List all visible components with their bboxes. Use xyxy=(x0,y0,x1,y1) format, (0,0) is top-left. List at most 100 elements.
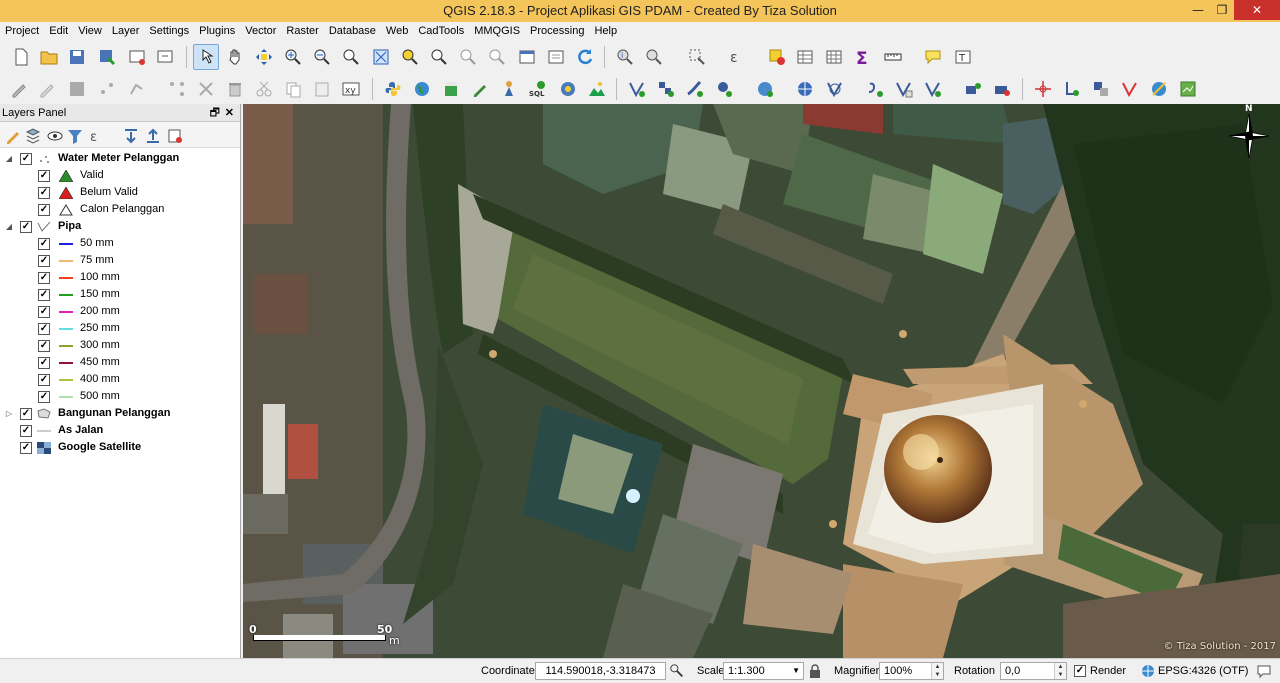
refresh-icon[interactable] xyxy=(572,44,598,70)
move-feature-icon[interactable] xyxy=(124,76,150,102)
layer-visibility-checkbox[interactable]: ✓ xyxy=(38,238,50,250)
select-by-value-icon[interactable] xyxy=(684,44,710,70)
save-project-icon[interactable] xyxy=(64,44,90,70)
new-print-composer-icon[interactable] xyxy=(124,44,150,70)
expand-arrow-icon[interactable]: ▷ xyxy=(4,405,14,422)
save-as-icon[interactable] xyxy=(94,44,120,70)
zoom-full-icon[interactable] xyxy=(368,44,394,70)
layer-visibility-checkbox[interactable]: ✓ xyxy=(38,187,50,199)
layer-group-row[interactable]: ◢ ✓ Water Meter Pelanggan xyxy=(0,150,240,167)
layer-visibility-checkbox[interactable]: ✓ xyxy=(38,323,50,335)
menu-mmqgis[interactable]: MMQGIS xyxy=(469,22,525,40)
menu-view[interactable]: View xyxy=(73,22,107,40)
zoom-last-icon[interactable] xyxy=(455,44,481,70)
zoom-native-icon[interactable] xyxy=(338,44,364,70)
current-edits-icon[interactable] xyxy=(6,76,32,102)
layer-visibility-checkbox[interactable]: ✓ xyxy=(38,272,50,284)
check-geometry-icon[interactable] xyxy=(1117,76,1143,102)
composer-manager-icon[interactable] xyxy=(152,44,178,70)
save-layer-edits-icon[interactable] xyxy=(64,76,90,102)
legend-item-row[interactable]: ✓ Calon Pelanggan xyxy=(0,201,240,218)
statistical-summary-icon[interactable]: Σ xyxy=(850,44,876,70)
pan-to-selection-icon[interactable] xyxy=(251,44,277,70)
select-features-icon[interactable] xyxy=(641,44,667,70)
new-map-view-icon[interactable] xyxy=(514,44,540,70)
zoom-to-layer-icon[interactable] xyxy=(426,44,452,70)
legend-item-row[interactable]: ✓ 150 mm xyxy=(0,286,240,303)
layer-group-row[interactable]: ▷ ✓ Bangunan Pelanggan xyxy=(0,405,240,422)
legend-item-row[interactable]: ✓ Belum Valid xyxy=(0,184,240,201)
measure-line-icon[interactable] xyxy=(880,44,906,70)
new-shapefile-icon[interactable] xyxy=(891,76,917,102)
magnifier-field[interactable]: 100% ▲ ▼ xyxy=(879,662,944,680)
menu-processing[interactable]: Processing xyxy=(525,22,589,40)
layer-visibility-checkbox[interactable]: ✓ xyxy=(20,221,32,233)
menu-help[interactable]: Help xyxy=(589,22,622,40)
map-tips-icon[interactable] xyxy=(920,44,946,70)
layer-visibility-checkbox[interactable]: ✓ xyxy=(20,408,32,420)
menu-vector[interactable]: Vector xyxy=(240,22,281,40)
layer-visibility-checkbox[interactable]: ✓ xyxy=(38,255,50,267)
cut-features-icon[interactable] xyxy=(251,76,277,102)
menu-cadtools[interactable]: CadTools xyxy=(413,22,469,40)
legend-item-row[interactable]: ✓ 250 mm xyxy=(0,320,240,337)
field-calculator-icon[interactable] xyxy=(821,44,847,70)
zoom-in-icon[interactable] xyxy=(280,44,306,70)
delete-selected-icon[interactable] xyxy=(222,76,248,102)
layer-visibility-checkbox[interactable]: ✓ xyxy=(38,170,50,182)
legend-item-row[interactable]: ✓ 300 mm xyxy=(0,337,240,354)
deselect-all-icon[interactable] xyxy=(764,44,790,70)
expand-arrow-icon[interactable]: ◢ xyxy=(4,218,14,235)
layer-visibility-checkbox[interactable]: ✓ xyxy=(38,357,50,369)
crosshair-icon[interactable] xyxy=(1030,76,1056,102)
scale-select[interactable]: 1:1.300 ▼ xyxy=(723,662,804,680)
copy-features-icon[interactable] xyxy=(280,76,306,102)
select-expression-icon[interactable]: ε xyxy=(724,44,750,70)
scissors-tool-icon[interactable] xyxy=(193,76,219,102)
legend-item-row[interactable]: ✓ 500 mm xyxy=(0,388,240,405)
person-pin-icon[interactable] xyxy=(496,76,522,102)
layer-visibility-checkbox[interactable]: ✓ xyxy=(38,204,50,216)
legend-item-row[interactable]: ✓ 450 mm xyxy=(0,354,240,371)
legend-item-row[interactable]: ✓ 100 mm xyxy=(0,269,240,286)
paste-features-icon[interactable] xyxy=(309,76,335,102)
grass-tools-icon[interactable] xyxy=(555,76,581,102)
menu-layer[interactable]: Layer xyxy=(107,22,145,40)
remove-layer-icon[interactable] xyxy=(162,123,188,149)
map-canvas[interactable]: 0 50 m © Tiza Solution - 2017 N xyxy=(243,104,1280,658)
layer-visibility-checkbox[interactable]: ✓ xyxy=(20,153,32,165)
float-panel-button[interactable]: 🗗 xyxy=(210,104,220,122)
spin-arrows-icon[interactable]: ▲ ▼ xyxy=(1054,663,1066,679)
menu-settings[interactable]: Settings xyxy=(144,22,194,40)
new-memory-layer-icon[interactable] xyxy=(989,76,1015,102)
layer-visibility-checkbox[interactable]: ✓ xyxy=(20,425,32,437)
spin-arrows-icon[interactable]: ▲ ▼ xyxy=(931,663,943,679)
legend-item-row[interactable]: ✓ 200 mm xyxy=(0,303,240,320)
add-wcs-icon[interactable] xyxy=(822,76,848,102)
python-console-icon[interactable] xyxy=(380,76,406,102)
new-project-icon[interactable] xyxy=(8,44,34,70)
zoom-out-icon[interactable] xyxy=(309,44,335,70)
mmqgis-tool-icon[interactable] xyxy=(1146,76,1172,102)
bookmark-icon[interactable] xyxy=(543,44,569,70)
digitize-pen-icon[interactable] xyxy=(467,76,493,102)
render-checkbox[interactable]: ✓ xyxy=(1074,665,1086,677)
attribute-table-icon[interactable] xyxy=(792,44,818,70)
layer-visibility-checkbox[interactable]: ✓ xyxy=(38,374,50,386)
expand-arrow-icon[interactable]: ◢ xyxy=(4,150,14,167)
new-virtual-layer-icon[interactable] xyxy=(960,76,986,102)
node-tool-icon[interactable] xyxy=(164,76,190,102)
filter-expression-icon[interactable]: ε xyxy=(84,123,110,149)
raster-layer-icon[interactable] xyxy=(438,76,464,102)
layer-group-row[interactable]: ✓ Google Satellite xyxy=(0,439,240,456)
layer-visibility-checkbox[interactable]: ✓ xyxy=(38,289,50,301)
globe-icon[interactable] xyxy=(409,76,435,102)
legend-item-row[interactable]: ✓ 50 mm xyxy=(0,235,240,252)
menu-edit[interactable]: Edit xyxy=(44,22,73,40)
rotation-field[interactable]: 0,0 ▲ ▼ xyxy=(1000,662,1067,680)
zoom-to-selection-icon[interactable] xyxy=(397,44,423,70)
crs-globe-icon[interactable] xyxy=(1141,664,1155,678)
pan-map-icon[interactable] xyxy=(222,44,248,70)
georeferencer-icon[interactable] xyxy=(1175,76,1201,102)
menu-plugins[interactable]: Plugins xyxy=(194,22,240,40)
